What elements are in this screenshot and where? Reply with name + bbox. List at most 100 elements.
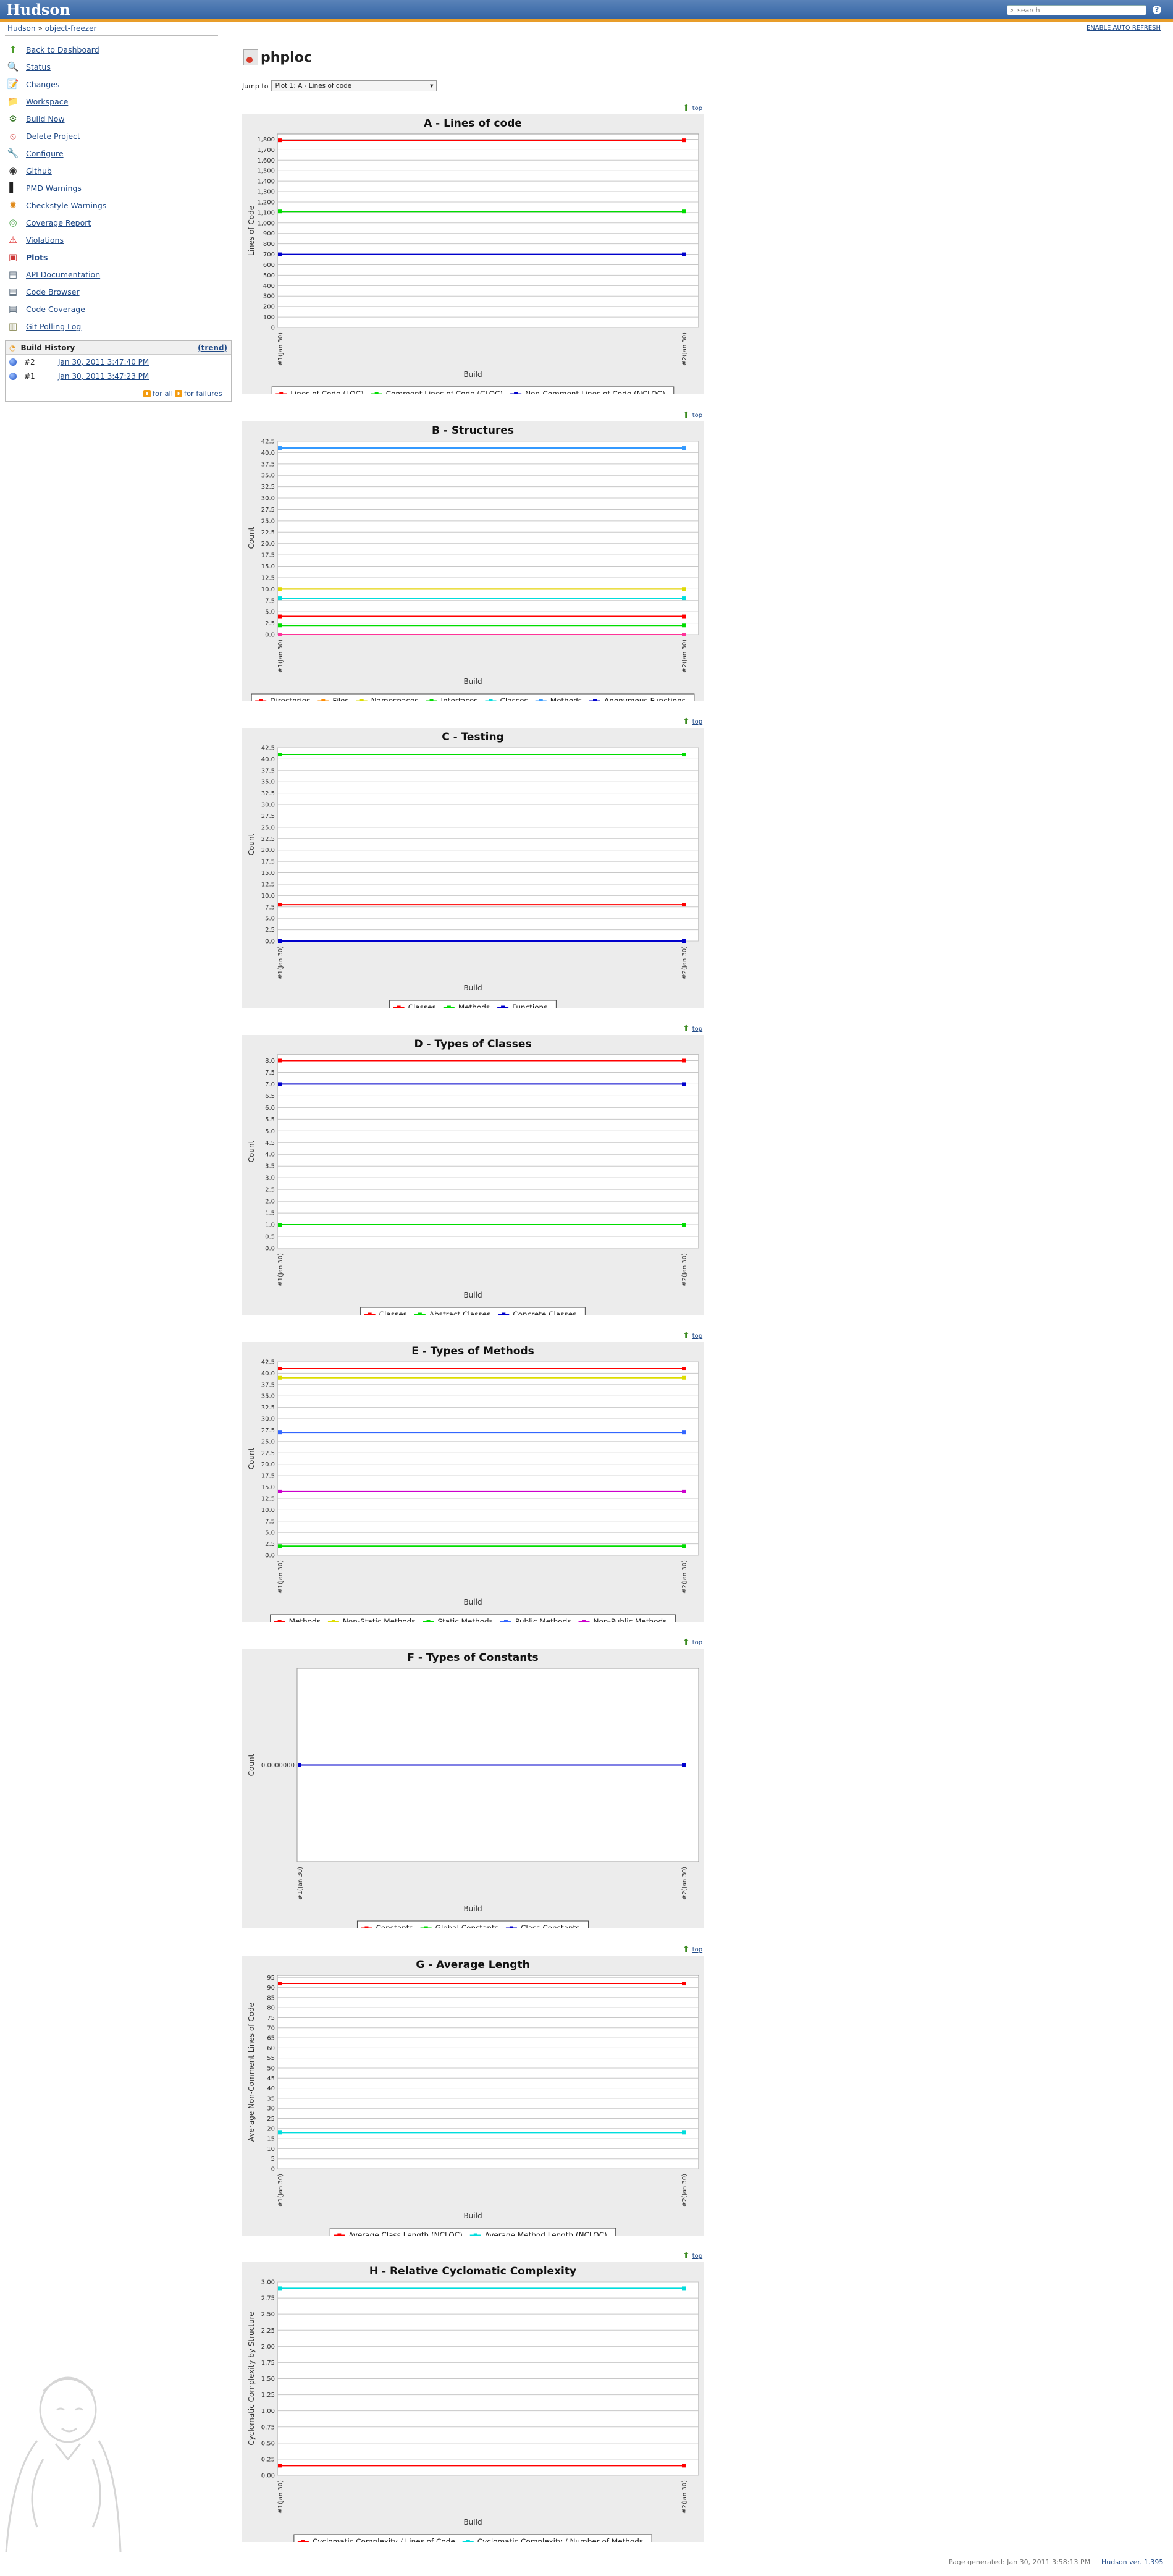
sidebar-item-label[interactable]: Violations [26, 235, 64, 245]
search-icon: 🔍 [7, 61, 19, 72]
sidebar-item-label[interactable]: Checkstyle Warnings [26, 201, 106, 210]
sidebar-item-label[interactable]: Status [26, 62, 51, 72]
sidebar-item-label[interactable]: Github [26, 166, 52, 175]
y-tick-label: 0.25 [261, 2456, 275, 2463]
top-link[interactable]: ⬆ top [683, 1945, 702, 1954]
data-point [682, 1982, 686, 1986]
sidebar-item-github[interactable]: ◉ Github [6, 162, 235, 179]
top-link[interactable]: ⬆ top [683, 2251, 702, 2261]
breadcrumb-hudson[interactable]: Hudson [7, 24, 35, 33]
breadcrumb-divider [5, 35, 218, 36]
sidebar-item-checkstyle-warnings[interactable]: ✹ Checkstyle Warnings [6, 196, 235, 214]
sidebar-item-label[interactable]: Configure [26, 149, 64, 158]
top-link[interactable]: ⬆ top [683, 103, 702, 113]
sidebar-item-label[interactable]: Code Coverage [26, 305, 85, 314]
sidebar-item-api-documentation[interactable]: ▤ API Documentation [6, 266, 235, 283]
sidebar-item-plots[interactable]: ▣ Plots [6, 248, 235, 266]
y-axis-label: Average Non-Comment Lines of Code [247, 2003, 256, 2142]
legend-marker [489, 699, 493, 701]
sidebar-item-configure[interactable]: 🔧 Configure [6, 145, 235, 162]
build-date-link[interactable]: Jan 30, 2011 3:47:23 PM [58, 372, 149, 381]
top-link[interactable]: ⬆ top [683, 410, 702, 420]
top-link-label[interactable]: top [692, 105, 702, 112]
y-tick-label: 1,100 [257, 209, 275, 216]
y-axis-label: Count [247, 833, 256, 855]
breadcrumb-project[interactable]: object-freezer [45, 24, 97, 33]
x-tick-label: #2(Jan 30) [681, 640, 688, 673]
top-link-label[interactable]: top [692, 2253, 702, 2260]
sidebar-item-back-to-dashboard[interactable]: ⬆ Back to Dashboard [6, 41, 235, 58]
sidebar-item-label[interactable]: Code Browser [26, 287, 80, 297]
sidebar-item-status[interactable]: 🔍 Status [6, 58, 235, 75]
legend-marker [426, 1620, 431, 1622]
x-axis-label: Build [463, 677, 482, 686]
top-link[interactable]: ⬆ top [683, 1637, 702, 1647]
sidebar-item-label[interactable]: Workspace [26, 97, 68, 106]
sidebar-item-label[interactable]: Coverage Report [26, 218, 91, 227]
sidebar-item-label[interactable]: PMD Warnings [26, 184, 82, 193]
search-icon: ⌕ [1010, 6, 1014, 14]
sidebar-item-changes[interactable]: 📝 Changes [6, 75, 235, 93]
top-link-label[interactable]: top [692, 1946, 702, 1953]
sidebar-item-code-browser[interactable]: ▤ Code Browser [6, 283, 235, 300]
y-axis-label: Count [247, 1140, 256, 1162]
sidebar-item-code-coverage[interactable]: ▤ Code Coverage [6, 300, 235, 318]
top-link-label[interactable]: top [692, 1333, 702, 1340]
help-icon[interactable]: ? [1153, 6, 1161, 14]
y-tick-label: 10.0 [261, 893, 275, 900]
x-tick-label: #1(Jan 30) [277, 1560, 284, 1594]
chart-title: B - Structures [432, 424, 514, 437]
sidebar-item-coverage-report[interactable]: ◎ Coverage Report [6, 214, 235, 231]
y-tick-label: 37.5 [261, 1382, 275, 1388]
legend-marker [582, 1620, 586, 1622]
top-link-label[interactable]: top [692, 719, 702, 725]
jump-to-select[interactable]: Plot 1: A - Lines of code ▾ [271, 80, 437, 91]
sidebar-item-label[interactable]: Git Polling Log [26, 322, 81, 331]
y-tick-label: 1.50 [261, 2376, 275, 2383]
rss-failures-link[interactable]: for failures [184, 389, 222, 398]
plot-area [277, 1975, 699, 2169]
x-tick-label: #2(Jan 30) [681, 2174, 688, 2207]
rss-all-link[interactable]: for all [153, 389, 173, 398]
top-link-label[interactable]: top [692, 1639, 702, 1646]
y-tick-label: 1.0 [265, 1222, 275, 1229]
y-tick-label: 0.0 [265, 1553, 275, 1560]
top-link[interactable]: ⬆ top [683, 717, 702, 727]
hudson-version-link[interactable]: Hudson ver. 1.395 [1101, 2558, 1163, 2566]
legend-entry: Classes [500, 697, 528, 702]
sidebar-item-label[interactable]: API Documentation [26, 270, 100, 279]
sidebar-item-git-polling-log[interactable]: ▥ Git Polling Log [6, 318, 235, 335]
sidebar-item-workspace[interactable]: 📁 Workspace [6, 93, 235, 110]
sidebar-item-label[interactable]: Changes [26, 80, 59, 89]
search-input[interactable] [1017, 6, 1144, 15]
y-tick-label: 7.5 [265, 598, 275, 604]
top-link[interactable]: ⬆ top [683, 1024, 702, 1034]
y-tick-label: 2.0 [265, 1199, 275, 1206]
sidebar-item-label[interactable]: Plots [26, 253, 48, 262]
sidebar-item-pmd-warnings[interactable]: ▌ PMD Warnings [6, 179, 235, 196]
sidebar-item-label[interactable]: Back to Dashboard [26, 45, 99, 54]
trend-link[interactable]: (trend) [198, 344, 227, 352]
top-link[interactable]: ⬆ top [683, 1331, 702, 1341]
top-link-label[interactable]: top [692, 1026, 702, 1033]
legend-entry: Methods [458, 1003, 490, 1008]
sidebar-item-label[interactable]: Build Now [26, 114, 65, 124]
data-point [278, 252, 282, 256]
folder-icon: 📁 [7, 96, 19, 107]
legend-marker [331, 1620, 335, 1622]
sidebar-item-label[interactable]: Delete Project [26, 132, 80, 141]
sidebar-item-violations[interactable]: ⚠ Violations [6, 231, 235, 248]
y-tick-label: 6.0 [265, 1105, 275, 1112]
hudson-logo[interactable]: Hudson [6, 1, 70, 19]
legend-entry: Average Class Length (NCLOC) [348, 2231, 462, 2236]
search-box[interactable]: ⌕ [1007, 5, 1146, 15]
build-date-link[interactable]: Jan 30, 2011 3:47:40 PM [58, 358, 149, 366]
top-link-label[interactable]: top [692, 412, 702, 419]
data-point [682, 2464, 686, 2468]
sidebar-item-build-now[interactable]: ⚙ Build Now [6, 110, 235, 127]
y-axis-label: Cyclomatic Complexity by Structure [247, 2312, 256, 2445]
sidebar-item-delete-project[interactable]: ⦸ Delete Project [6, 127, 235, 145]
x-axis-label: Build [463, 370, 482, 379]
enable-auto-refresh-link[interactable]: ENABLE AUTO REFRESH [1087, 25, 1161, 32]
plot-area [277, 747, 699, 942]
